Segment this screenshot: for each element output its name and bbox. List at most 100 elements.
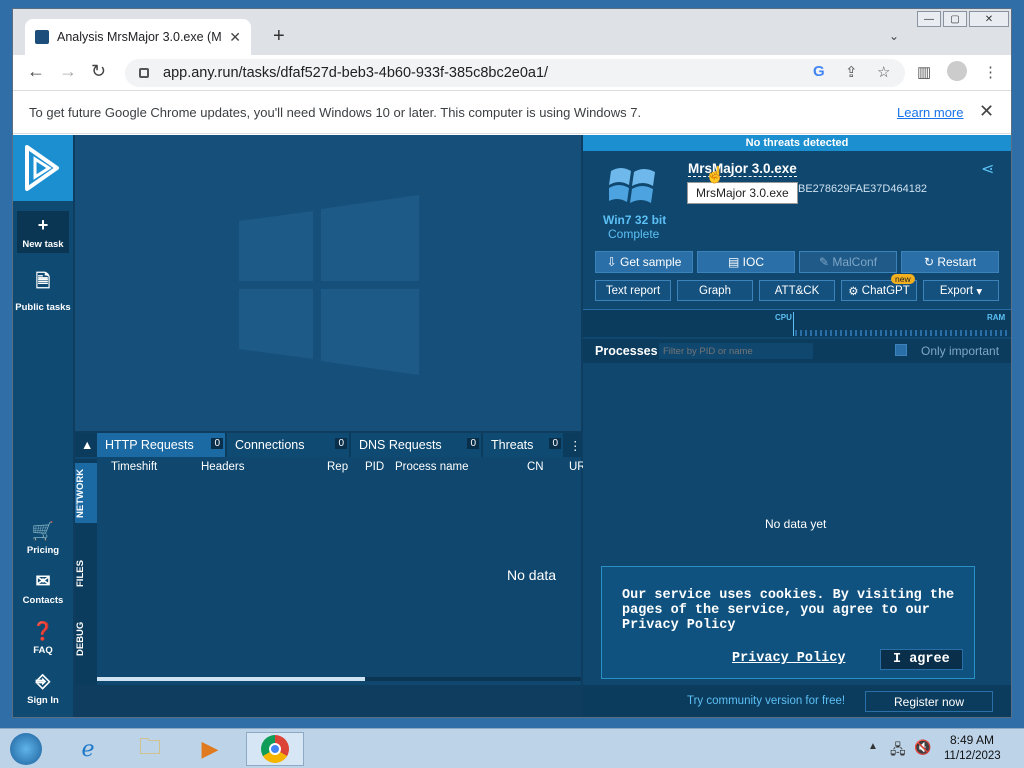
horizontal-scrollbar[interactable] xyxy=(97,677,581,681)
vm-screen-preview xyxy=(75,135,581,431)
tab-dns-requests[interactable]: DNS Requests 0 xyxy=(351,433,481,457)
try-community-text[interactable]: Try community version for free! xyxy=(687,695,845,707)
graph-button[interactable]: Graph xyxy=(677,280,753,301)
os-label: Win7 32 bit xyxy=(603,213,667,227)
windows-taskbar: ℯ 🗀 ▶ ▲ 🖧 🔇 8:49 AM 11/12/2023 xyxy=(0,728,1024,768)
address-bar[interactable]: app.any.run/tasks/dfaf527d-beb3-4b60-933… xyxy=(125,59,905,87)
only-important-checkbox[interactable] xyxy=(895,344,907,356)
attck-button[interactable]: ATT&CK xyxy=(759,280,835,301)
sidebar-label: Public tasks xyxy=(15,302,71,313)
agree-button[interactable]: I agree xyxy=(880,649,963,670)
col-timeshift[interactable]: Timeshift xyxy=(111,461,157,473)
sidebar-label: FAQ xyxy=(33,645,53,656)
clock-date[interactable]: 11/12/2023 xyxy=(944,750,1001,762)
minimize-icon[interactable]: — xyxy=(917,11,941,27)
sidebar-item-public-tasks[interactable]: 🗎 Public tasks xyxy=(13,269,73,313)
clock-time[interactable]: 8:49 AM xyxy=(950,733,994,747)
maximize-icon[interactable]: ▢ xyxy=(943,11,967,27)
chrome-taskbar-icon[interactable] xyxy=(246,732,304,766)
tray-expand-icon[interactable]: ▲ xyxy=(868,741,878,752)
media-player-icon[interactable]: ▶ xyxy=(184,732,236,766)
button-label: MalConf xyxy=(832,255,878,269)
export-button[interactable]: Export ▾ xyxy=(923,280,999,301)
resource-graph: CPU RAM xyxy=(583,309,1011,337)
sidebar-item-pricing[interactable]: 🛒 Pricing xyxy=(13,521,73,556)
sidebar-label: Contacts xyxy=(22,595,64,606)
process-filter-input[interactable] xyxy=(659,343,813,359)
collapse-up-icon[interactable]: ▲ xyxy=(75,433,97,457)
button-label: Get sample xyxy=(620,255,682,269)
google-icon[interactable]: G xyxy=(813,63,825,80)
button-label: Restart xyxy=(937,255,977,269)
malconf-button[interactable]: ✎ MalConf xyxy=(799,251,897,273)
share-icon[interactable]: ⇪ xyxy=(845,63,858,81)
start-button[interactable] xyxy=(2,732,50,766)
sidebar-item-new-task[interactable]: + New task xyxy=(17,211,69,253)
col-process-name[interactable]: Process name xyxy=(395,461,469,473)
only-important-label: Only important xyxy=(921,344,1000,358)
ioc-button[interactable]: ▤ IOC xyxy=(697,251,795,273)
col-rep[interactable]: Rep xyxy=(327,461,348,473)
file-explorer-icon[interactable]: 🗀 xyxy=(124,732,176,766)
privacy-policy-link[interactable]: Privacy Policy xyxy=(732,651,845,666)
network-tabs: ▲ HTTP Requests 0 Connections 0 DNS Reques… xyxy=(75,433,582,457)
tab-count: 0 xyxy=(467,438,479,449)
url-text: app.any.run/tasks/dfaf527d-beb3-4b60-933… xyxy=(163,65,549,81)
tab-threats[interactable]: Threats 0 xyxy=(483,433,563,457)
menu-kebab-icon[interactable]: ⋮ xyxy=(983,63,998,81)
sidebar-label: Sign In xyxy=(27,695,59,706)
share-nodes-icon[interactable]: ⋖ xyxy=(981,159,994,179)
reload-icon[interactable]: ↻ xyxy=(91,61,106,82)
browser-tab[interactable]: Analysis MrsMajor 3.0.exe (MD5: ✕ xyxy=(25,19,251,55)
internet-explorer-icon[interactable]: ℯ xyxy=(62,732,114,766)
back-icon[interactable]: ← xyxy=(27,61,45,82)
update-infobar: To get future Google Chrome updates, you… xyxy=(13,92,1011,134)
sidebar-label: New task xyxy=(22,239,64,250)
tab-label: Threats xyxy=(491,438,534,452)
tab-label: DNS Requests xyxy=(359,438,442,452)
vtab-files[interactable]: FILES xyxy=(75,549,97,599)
scrollbar-thumb[interactable] xyxy=(97,677,365,681)
sidebar-item-faq[interactable]: ❓ FAQ xyxy=(13,621,73,656)
col-headers[interactable]: Headers xyxy=(201,461,244,473)
cart-icon: 🛒 xyxy=(31,521,55,541)
status-banner: No threats detected xyxy=(583,135,1011,151)
lock-icon xyxy=(139,68,149,78)
close-window-icon[interactable]: ✕ xyxy=(969,11,1009,27)
volume-muted-icon[interactable]: 🔇 xyxy=(914,739,931,756)
task-info-panel: No threats detected Win7 32 bit Complete… xyxy=(583,135,1011,685)
vertical-tabs: NETWORK FILES DEBUG xyxy=(75,459,97,685)
sign-in-icon: ⎆ xyxy=(35,671,51,691)
restart-button[interactable]: ↻ Restart xyxy=(901,251,999,273)
get-sample-button[interactable]: ⇩ Get sample xyxy=(595,251,693,273)
tab-title: Analysis MrsMajor 3.0.exe (MD5: xyxy=(57,30,222,44)
infobar-close-icon[interactable]: ✕ xyxy=(979,101,994,122)
side-panel-icon[interactable]: ▥ xyxy=(917,63,931,81)
anyrun-logo[interactable] xyxy=(13,135,73,201)
sidebar-item-sign-in[interactable]: ⎆ Sign In xyxy=(13,671,73,706)
button-label: ChatGPT xyxy=(861,284,910,297)
bookmark-star-icon[interactable]: ☆ xyxy=(877,63,890,81)
network-tray-icon[interactable]: 🖧 xyxy=(890,739,906,763)
new-tab-icon[interactable]: + xyxy=(273,25,285,48)
forward-icon[interactable]: → xyxy=(59,61,77,82)
more-tabs-kebab-icon[interactable]: ⋮ xyxy=(565,433,582,457)
register-now-button[interactable]: Register now xyxy=(865,691,993,712)
plus-icon: + xyxy=(37,215,49,235)
tab-label: Connections xyxy=(235,438,305,452)
vtab-debug[interactable]: DEBUG xyxy=(75,609,97,669)
button-label: Export xyxy=(939,284,974,297)
tab-http-requests[interactable]: HTTP Requests 0 xyxy=(97,433,225,457)
vtab-network[interactable]: NETWORK xyxy=(75,463,97,523)
sidebar-item-contacts[interactable]: ✉ Contacts xyxy=(13,571,73,606)
tab-close-icon[interactable]: ✕ xyxy=(229,29,241,46)
text-report-button[interactable]: Text report xyxy=(595,280,671,301)
graph-ticks xyxy=(795,330,1009,336)
learn-more-link[interactable]: Learn more xyxy=(897,105,963,120)
tab-search-chevron-icon[interactable]: ⌄ xyxy=(889,29,899,43)
document-icon: 🗎 xyxy=(35,271,51,291)
tab-connections[interactable]: Connections 0 xyxy=(227,433,349,457)
col-pid[interactable]: PID xyxy=(365,461,384,473)
profile-avatar-icon[interactable] xyxy=(947,61,967,81)
col-cn[interactable]: CN xyxy=(527,461,544,473)
